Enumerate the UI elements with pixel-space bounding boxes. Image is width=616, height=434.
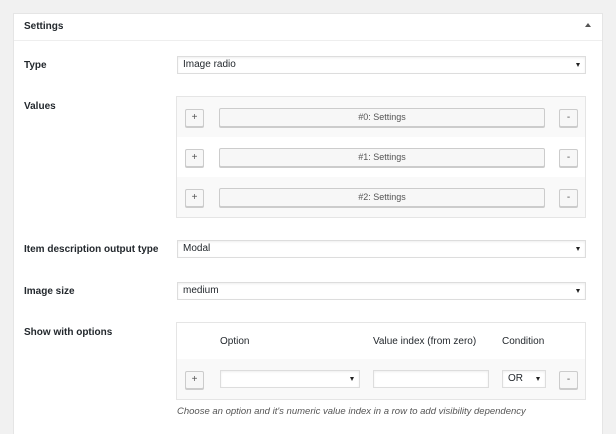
value-row: + #2: Settings -: [177, 177, 585, 217]
value-item-button[interactable]: #2: Settings: [219, 188, 545, 207]
type-select[interactable]: Image radio: [177, 56, 586, 74]
value-row: + #0: Settings -: [177, 97, 585, 137]
condition-column-header: Condition: [502, 336, 545, 347]
value-row: + #1: Settings -: [177, 137, 585, 177]
chevron-down-icon: [576, 63, 580, 67]
option-select[interactable]: [220, 370, 360, 388]
description-type-label: Item description output type: [24, 244, 159, 255]
add-value-button[interactable]: +: [185, 109, 204, 127]
panel-title: Settings: [24, 21, 64, 32]
remove-option-row-button[interactable]: -: [559, 371, 578, 389]
condition-select[interactable]: OR: [502, 370, 546, 388]
value-item-button[interactable]: #1: Settings: [219, 148, 545, 167]
value-index-column-header: Value index (from zero): [373, 336, 477, 347]
chevron-down-icon: [576, 289, 580, 293]
chevron-down-icon: [576, 247, 580, 251]
type-label: Type: [24, 60, 47, 71]
chevron-down-icon: [350, 377, 354, 381]
table-header: Option Value index (from zero) Condition: [177, 323, 585, 359]
values-label: Values: [24, 101, 56, 112]
remove-value-button[interactable]: -: [559, 189, 578, 207]
visibility-hint-text: Choose an option and it's numeric value …: [177, 406, 526, 417]
condition-select-value: OR: [508, 373, 523, 384]
triangle-up-icon[interactable]: [585, 23, 591, 27]
panel-header[interactable]: Settings: [14, 14, 602, 41]
remove-value-button[interactable]: -: [559, 149, 578, 167]
image-size-select[interactable]: medium: [177, 282, 586, 300]
add-value-button[interactable]: +: [185, 149, 204, 167]
add-value-button[interactable]: +: [185, 189, 204, 207]
type-select-value: Image radio: [183, 59, 236, 70]
show-options-label: Show with options: [24, 327, 113, 338]
value-item-button[interactable]: #0: Settings: [219, 108, 545, 127]
option-column-header: Option: [220, 336, 250, 347]
value-index-input[interactable]: [373, 370, 489, 388]
description-type-value: Modal: [183, 243, 211, 254]
show-options-table: Option Value index (from zero) Condition…: [176, 322, 586, 400]
image-size-label: Image size: [24, 286, 75, 297]
settings-panel: Settings Type Image radio Values + #0: S…: [13, 13, 603, 434]
table-row: + OR -: [177, 359, 585, 399]
image-size-value: medium: [183, 285, 219, 296]
chevron-down-icon: [536, 377, 540, 381]
add-option-row-button[interactable]: +: [185, 371, 204, 389]
description-type-select[interactable]: Modal: [177, 240, 586, 258]
remove-value-button[interactable]: -: [559, 109, 578, 127]
values-list: + #0: Settings - + #1: Settings - + #2: …: [176, 96, 586, 218]
